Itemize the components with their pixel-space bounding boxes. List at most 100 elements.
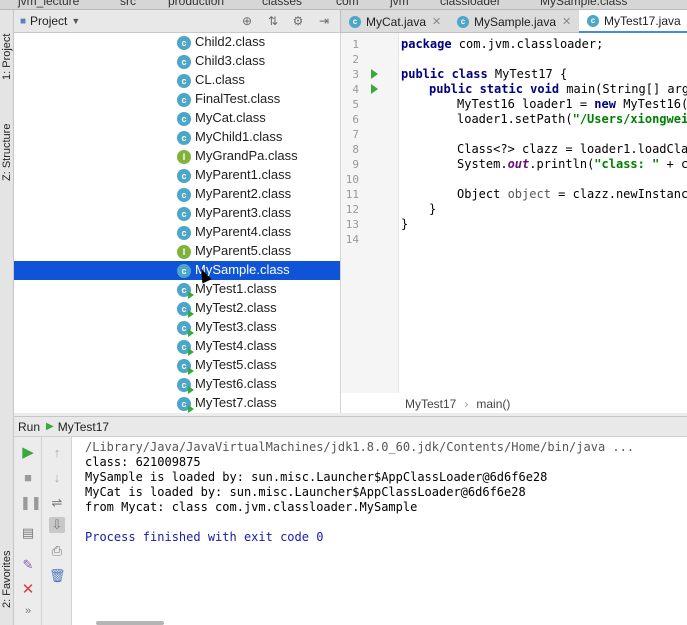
- tree-item-selected[interactable]: c MySample.class: [14, 261, 340, 280]
- code-text: MyTest16 loader1 =: [457, 97, 595, 111]
- nav-crumb[interactable]: MySample.class: [540, 0, 627, 8]
- tree-item-label: MyParent4.class: [195, 224, 292, 239]
- tree-item-label: MyGrandPa.class: [195, 148, 298, 163]
- nav-crumb[interactable]: jvm: [390, 0, 409, 8]
- tree-item[interactable]: c MyParent3.class: [14, 204, 340, 223]
- close-icon[interactable]: ✕: [432, 15, 441, 28]
- editor-gutter: 1 2 3 4 5 6 7 8 9 10 11 12 13 14: [341, 33, 399, 393]
- tree-item-label: MyParent5.class: [195, 243, 292, 258]
- tree-item-label: MyParent1.class: [195, 167, 292, 182]
- tree-item-label: Child3.class: [195, 53, 266, 68]
- project-panel-title[interactable]: Project: [30, 14, 67, 28]
- tree-item[interactable]: I MyParent5.class: [14, 242, 340, 261]
- line-number: 4: [352, 83, 359, 96]
- tree-item[interactable]: c FinalTest.class: [14, 90, 340, 109]
- nav-crumb[interactable]: jvm_lecture: [18, 0, 79, 8]
- runnable-class-icon: c: [177, 378, 194, 394]
- print-icon[interactable]: ⎙: [49, 543, 65, 559]
- run-gutter-icon[interactable]: [371, 69, 378, 79]
- breadcrumb-method[interactable]: main(): [476, 397, 510, 411]
- tree-item[interactable]: c MyParent4.class: [14, 223, 340, 242]
- tree-item-label: MyTest5.class: [195, 357, 277, 372]
- pause-icon[interactable]: ❚❚: [20, 495, 42, 511]
- nav-crumb[interactable]: com: [336, 0, 359, 8]
- console-line: class: 621009875: [85, 455, 201, 469]
- code-text: MyTest16(: [615, 97, 687, 111]
- tree-item[interactable]: c Child2.class: [14, 33, 340, 52]
- nav-crumb[interactable]: production: [168, 0, 224, 8]
- tree-item-label: FinalTest.class: [195, 91, 281, 106]
- tab-label: MySample.java: [474, 14, 557, 29]
- close-icon[interactable]: ✕: [562, 15, 571, 28]
- restore-layout-icon[interactable]: ▤: [20, 525, 36, 541]
- tree-item[interactable]: c CL.class: [14, 71, 340, 90]
- line-number: 12: [345, 203, 359, 216]
- tree-item[interactable]: c MyTest7.class: [14, 394, 340, 413]
- line-number: 13: [345, 218, 359, 231]
- tool-tab-structure[interactable]: Z: Structure: [0, 105, 14, 181]
- runnable-class-icon: c: [177, 283, 194, 299]
- runnable-class-icon: c: [177, 321, 194, 337]
- scroll-to-end-icon[interactable]: ⇩: [49, 517, 65, 533]
- tree-item[interactable]: c MyTest1.class: [14, 280, 340, 299]
- tab-mycat-java[interactable]: c MyCat.java ✕: [341, 10, 449, 33]
- arrow-up-icon[interactable]: ↑: [49, 445, 65, 461]
- run-panel-title[interactable]: Run: [18, 420, 40, 434]
- tree-item[interactable]: c MyCat.class: [14, 109, 340, 128]
- line-number: 5: [352, 98, 359, 111]
- close-icon[interactable]: ✕: [20, 582, 36, 598]
- tree-item[interactable]: c MyTest6.class: [14, 375, 340, 394]
- tree-item-label: MyTest7.class: [195, 395, 277, 410]
- gear-icon[interactable]: ⚙: [291, 14, 305, 28]
- run-config-name[interactable]: MyTest17: [58, 420, 109, 434]
- class-icon: c: [177, 36, 191, 50]
- class-icon: c: [177, 264, 191, 278]
- stop-icon[interactable]: ■: [20, 470, 36, 486]
- pin-icon[interactable]: ✎: [20, 557, 36, 573]
- class-icon: c: [177, 55, 191, 69]
- arrow-down-icon[interactable]: ↓: [49, 470, 65, 486]
- tree-item[interactable]: c MyTest4.class: [14, 337, 340, 356]
- collapse-icon[interactable]: ⇅: [266, 14, 280, 28]
- tree-item[interactable]: c Child3.class: [14, 52, 340, 71]
- folder-icon: ■: [20, 15, 27, 27]
- run-gutter-icon[interactable]: [371, 84, 378, 94]
- tree-item-label: MyTest3.class: [195, 319, 277, 334]
- nav-crumb[interactable]: classes: [262, 0, 302, 8]
- runnable-class-icon: c: [177, 359, 194, 375]
- interface-icon: I: [177, 150, 191, 164]
- tree-item[interactable]: I MyGrandPa.class: [14, 147, 340, 166]
- editor-breadcrumb: MyTest17 › main(): [340, 394, 687, 413]
- nav-crumb[interactable]: src: [120, 0, 136, 8]
- tool-tab-favorites[interactable]: 2: Favorites: [0, 528, 14, 608]
- breadcrumb-class[interactable]: MyTest17: [405, 397, 456, 411]
- code-editor[interactable]: 1 2 3 4 5 6 7 8 9 10 11 12 13 14 package…: [340, 33, 687, 413]
- tool-tab-project[interactable]: 1: Project: [0, 18, 14, 80]
- more-icon[interactable]: »: [20, 603, 36, 619]
- console-output[interactable]: /Library/Java/JavaVirtualMachines/jdk1.8…: [72, 437, 687, 625]
- run-toolbar-secondary: ↑ ↓ ⇌ ⇩ ⎙ 🗑: [42, 437, 72, 625]
- tree-item[interactable]: c MyParent1.class: [14, 166, 340, 185]
- tree-item[interactable]: c MyParent2.class: [14, 185, 340, 204]
- tree-item[interactable]: c MyTest2.class: [14, 299, 340, 318]
- code-text: Object: [457, 187, 508, 201]
- horizontal-scrollbar[interactable]: [96, 621, 164, 625]
- locate-icon[interactable]: ⊕: [240, 14, 254, 28]
- chevron-down-icon[interactable]: ▼: [71, 16, 80, 26]
- tree-item[interactable]: c MyChild1.class: [14, 128, 340, 147]
- tab-mytest17-java[interactable]: c MyTest17.java: [579, 10, 687, 33]
- string-literal: "class: ": [594, 157, 660, 171]
- soft-wrap-icon[interactable]: ⇌: [49, 495, 65, 511]
- nav-crumb[interactable]: classloader: [440, 0, 501, 8]
- tree-item[interactable]: c MyTest5.class: [14, 356, 340, 375]
- tab-mysample-java[interactable]: c MySample.java ✕: [449, 10, 579, 33]
- interface-icon: I: [177, 245, 191, 259]
- code-line-4: public static void main(String[] args: [429, 82, 687, 96]
- tree-item[interactable]: c MyTest3.class: [14, 318, 340, 337]
- code-line-9: System.out.println("class: " + cl: [457, 157, 687, 171]
- project-tree: c Child2.class c Child3.class c CL.class…: [14, 33, 340, 413]
- trash-icon[interactable]: 🗑: [49, 568, 66, 584]
- rerun-icon[interactable]: ▶: [20, 445, 36, 461]
- hide-icon[interactable]: ⇥: [317, 14, 331, 28]
- tab-label: MyTest17.java: [604, 13, 681, 28]
